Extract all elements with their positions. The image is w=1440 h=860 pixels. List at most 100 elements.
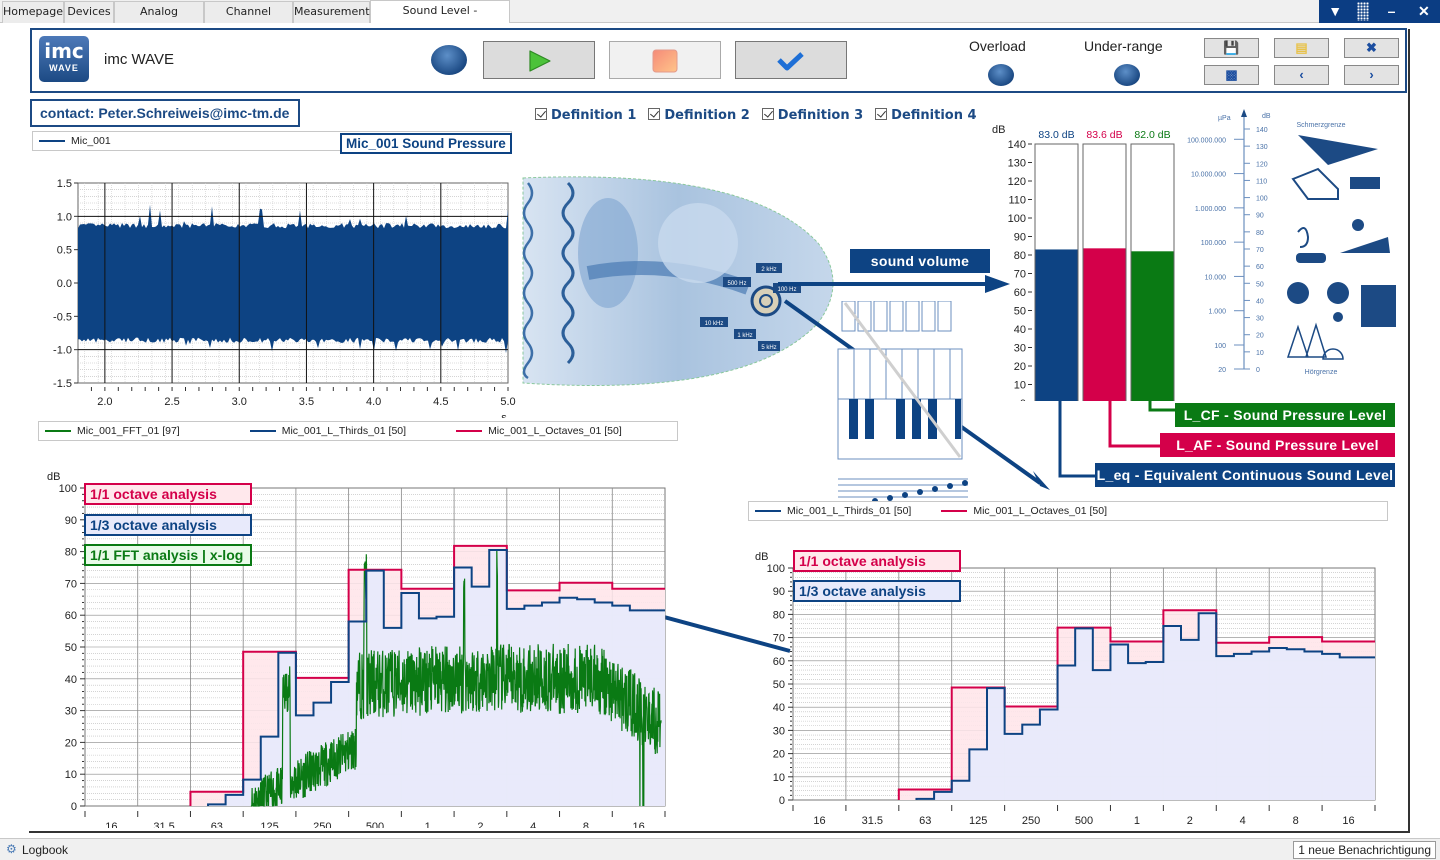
upa-tick-label: 100.000 (1201, 240, 1226, 247)
db-tick-label: 100 (1256, 196, 1268, 203)
x-tick-label: 8 (583, 821, 589, 828)
grip-icon[interactable] (1357, 2, 1370, 21)
overload-label: Overload (969, 38, 1026, 54)
x-tick-label: 16 (633, 821, 645, 828)
x-tick-label: 4.0 (366, 396, 381, 408)
y-tick-label: 0 (71, 801, 77, 813)
save-as-button[interactable]: ▩ (1204, 65, 1259, 85)
open-button[interactable]: ▤ (1274, 38, 1329, 58)
chevron-right-icon: › (1369, 67, 1374, 82)
x-tick-label: 2.5 (164, 396, 179, 408)
y-tick-label: -1.5 (53, 378, 72, 390)
db-tick-label: 90 (1256, 213, 1264, 220)
status-led (431, 45, 467, 75)
y-tick-label: 70 (1014, 269, 1026, 281)
save-as-icon: ▩ (1225, 67, 1238, 82)
definition-3-label: Definition 3 (777, 108, 864, 123)
y-tick-label: 90 (1014, 232, 1026, 244)
next-button[interactable]: › (1344, 65, 1399, 85)
close-icon: ✖ (1366, 40, 1377, 55)
y-tick-label: 40 (773, 702, 785, 714)
notification-badge[interactable]: 1 neue Benachrichtigung (1293, 841, 1436, 859)
folder-icon: ▤ (1295, 40, 1308, 55)
x-tick-label: 1 (425, 821, 431, 828)
upa-tick-label: 100.000.000 (1187, 137, 1226, 144)
piano-octave-graphic: Oktave auf dem Klavier (837, 301, 968, 517)
hearing-threshold-label: Hörgrenze (1305, 369, 1338, 376)
close-button[interactable]: ✖ (1344, 38, 1399, 58)
signal-trace-mic-001 (78, 204, 508, 354)
previous-button[interactable]: ‹ (1274, 65, 1329, 85)
start-button[interactable] (483, 41, 595, 79)
status-bar: ⚙ Logbook 1 neue Benachrichtigung (0, 838, 1440, 860)
confirm-button[interactable] (735, 41, 847, 79)
y-unit-label: dB (755, 551, 768, 563)
x-tick-label: 16 (105, 821, 117, 828)
definition-4-checkbox[interactable]: Definition 4 (875, 108, 977, 123)
x-tick-label: 2 (1187, 815, 1193, 827)
logo-text-wave: WAVE (49, 63, 79, 73)
x-tick-label: 8 (1293, 815, 1299, 827)
db-tick-label: 130 (1256, 144, 1268, 151)
tab-channel-balance[interactable]: Channel balance (204, 1, 293, 38)
y-tick-label: 10 (1014, 380, 1026, 392)
main-panel: imc WAVE imc WAVE Overload Under-range 💾… (0, 23, 1440, 838)
legend-mic-001: Mic_001 (71, 135, 111, 147)
definition-2-checkbox[interactable]: Definition 2 (648, 108, 750, 123)
y-tick-label: 0.5 (57, 245, 72, 257)
third-octave-analysis-label: 1/3 octave analysis (84, 514, 252, 536)
save-icon: 💾 (1223, 40, 1240, 55)
definitions-checkboxes: Definition 1 Definition 2 Definition 3 D… (535, 108, 977, 123)
bar-value-label: 82.0 dB (1134, 129, 1170, 141)
x-tick-label: 125 (969, 815, 987, 827)
x-tick-label: 1 (1134, 815, 1140, 827)
checkmark-icon (777, 52, 804, 71)
overload-led (988, 64, 1014, 86)
logbook-link[interactable]: Logbook (22, 843, 68, 857)
x-tick-label: 2.0 (97, 396, 112, 408)
y-tick-label: 1.0 (57, 211, 72, 223)
tab-measurement[interactable]: Measurement (293, 1, 370, 23)
x-tick-label: 500 (1075, 815, 1093, 827)
checkbox-icon (875, 108, 888, 120)
definition-3-checkbox[interactable]: Definition 3 (761, 108, 864, 123)
tab-homepage[interactable]: Homepage (2, 1, 64, 23)
stop-button[interactable] (609, 41, 721, 79)
db-tick-label: 10 (1256, 350, 1264, 357)
y-tick-label: 130 (1008, 158, 1026, 170)
x-tick-label: 63 (211, 821, 223, 828)
definition-2-label: Definition 2 (664, 108, 750, 123)
save-button[interactable]: 💾 (1204, 38, 1259, 58)
tab-analog-channels[interactable]: Analog channels (114, 1, 204, 38)
y-tick-label: 30 (65, 706, 77, 718)
time-signal-chart: 1.5 1.0 0.5 0.0 -0.5 -1.0 -1.5 2.0 2.5 3.0 3.5 4.0 4… (53, 178, 516, 418)
x-tick-label: 4 (1240, 815, 1246, 827)
bar-value-label: 83.6 dB (1086, 129, 1122, 141)
x-tick-label: 4.5 (433, 396, 448, 408)
window-controls: ▼ – ✕ (1319, 0, 1440, 23)
ear-label-1khz: 1 kHz (737, 333, 752, 339)
third-octave-analysis-label: 1/3 octave analysis (793, 580, 961, 602)
legend-octaves: Mic_001_L_Octaves_01 [50] (488, 425, 622, 437)
y-tick-label: 10 (773, 772, 785, 784)
tab-sound-level-explanation[interactable]: Sound Level - Explanation (370, 0, 510, 37)
minimize-button[interactable]: – (1375, 0, 1407, 23)
db-unit: dB (1262, 113, 1271, 120)
x-tick-label: 4 (530, 821, 536, 828)
y-tick-label: 110 (1008, 195, 1026, 207)
legend-octaves: Mic_001_L_Octaves_01 [50] (973, 505, 1108, 517)
y-tick-label: 80 (773, 609, 785, 621)
tab-devices[interactable]: Devices (64, 1, 114, 23)
db-tick-label: 140 (1256, 127, 1268, 134)
y-tick-label: 70 (773, 633, 785, 645)
lcf-tag: L_CF - Sound Pressure Level (1175, 403, 1395, 427)
chevron-left-icon: ‹ (1299, 67, 1304, 82)
y-tick-label: 100 (1008, 213, 1026, 225)
menu-dropdown-icon[interactable]: ▼ (1319, 0, 1351, 23)
definition-1-checkbox[interactable]: Definition 1 (535, 108, 636, 123)
x-tick-label: 125 (260, 821, 278, 828)
close-window-button[interactable]: ✕ (1408, 0, 1440, 23)
x-tick-label: 16 (1342, 815, 1354, 827)
pain-threshold-label: Schmerzgrenze (1296, 122, 1345, 129)
laf-tag: L_AF - Sound Pressure Level (1160, 433, 1395, 457)
